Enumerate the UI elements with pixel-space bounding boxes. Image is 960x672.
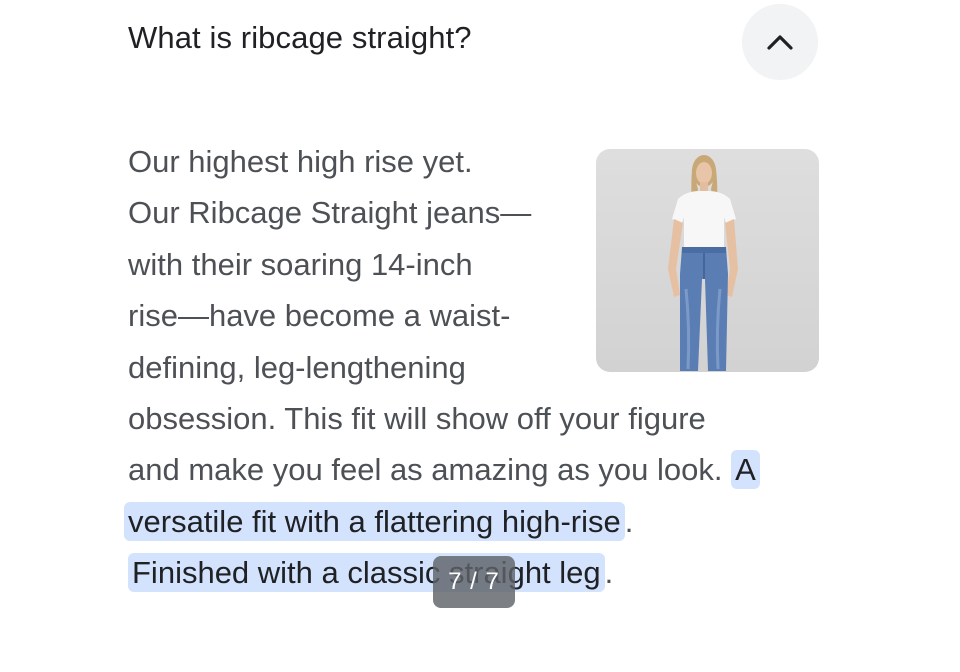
answer-line: Our Ribcage Straight jeans—	[128, 195, 532, 231]
answer-line-text: .	[604, 555, 614, 591]
page-counter-badge: 7 / 7	[433, 556, 515, 608]
highlighted-text[interactable]: Finished with a classic straight leg	[128, 553, 605, 593]
answer-line: rise—have become a waist-	[128, 298, 511, 334]
answer-line: defining, leg-lengthening	[128, 349, 466, 385]
answer-line: Our highest high rise yet.	[128, 144, 473, 179]
highlighted-text[interactable]: versatile fit with a flattering high-ris…	[124, 501, 625, 541]
question-heading: What is ribcage straight?	[128, 20, 472, 55]
answer-line: obsession. This fit will show off your f…	[128, 400, 706, 436]
answer-line: and make you feel as amazing as you look…	[128, 444, 828, 495]
answer-line-text: and make you feel as amazing as you look…	[128, 452, 732, 488]
answer-line: with their soaring 14-inch	[128, 246, 473, 282]
highlighted-text[interactable]: A	[731, 450, 760, 490]
answer-line-text: .	[624, 503, 634, 539]
chevron-up-icon	[766, 33, 794, 51]
collapse-button[interactable]	[742, 4, 818, 80]
answer-line: versatile fit with a flattering high-ris…	[124, 496, 828, 547]
answer-text: Our highest high rise yet. Our Ribcage S…	[124, 136, 828, 599]
